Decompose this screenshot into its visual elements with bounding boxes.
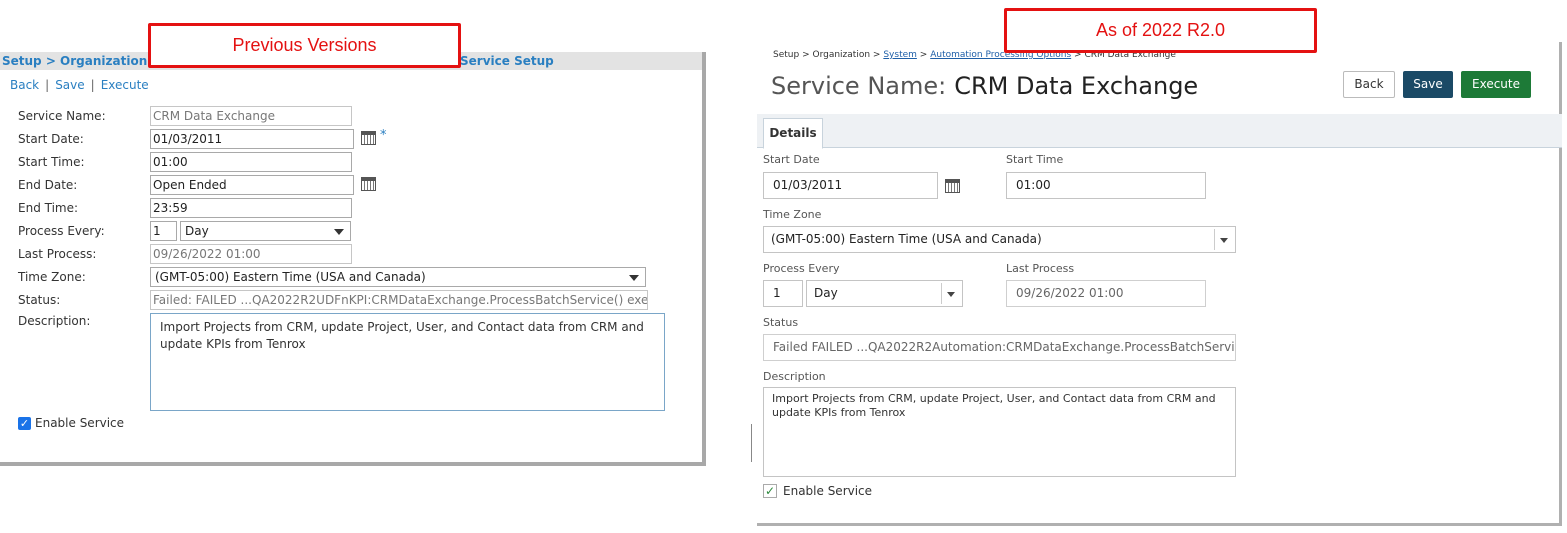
process-every-number[interactable]: 1	[763, 280, 803, 307]
old-start-time-label: Start Time:	[18, 155, 85, 169]
tab-bar: Details	[757, 114, 1562, 149]
start-time-input[interactable]: 01:00	[1006, 172, 1206, 199]
old-status-field: Failed: FAILED ...QA2022R2UDFnKPI:CRMDat…	[150, 290, 648, 310]
breadcrumb-setup[interactable]: Setup	[773, 50, 799, 60]
breadcrumb-system[interactable]: System	[883, 50, 917, 60]
old-time-zone-value: (GMT-05:00) Eastern Time (USA and Canada…	[155, 270, 426, 284]
old-start-date-input[interactable]: 01/03/2011	[150, 129, 354, 149]
process-every-label: Process Every	[763, 262, 840, 275]
old-process-every-unit-select[interactable]: Day	[180, 221, 351, 241]
old-breadcrumb-current: Service Setup	[460, 54, 554, 68]
old-action-links: Back | Save | Execute	[10, 78, 149, 92]
last-process-label: Last Process	[1006, 262, 1075, 275]
new-version-panel: Setup > Organization > System > Automati…	[757, 42, 1562, 526]
calendar-icon[interactable]	[945, 179, 960, 193]
old-process-every-unit-value: Day	[185, 224, 209, 238]
tab-details[interactable]: Details	[763, 118, 823, 149]
old-description-textarea[interactable]: Import Projects from CRM, update Project…	[150, 313, 665, 411]
old-end-date-label: End Date:	[18, 178, 78, 192]
old-enable-service-label: Enable Service	[35, 416, 125, 430]
time-zone-select[interactable]: (GMT-05:00) Eastern Time (USA and Canada…	[763, 226, 1236, 253]
title-value: CRM Data Exchange	[954, 72, 1199, 100]
old-process-every-number[interactable]: 1	[150, 221, 177, 241]
divider	[751, 424, 752, 462]
old-start-time-input[interactable]: 01:00	[150, 152, 352, 172]
old-end-time-input[interactable]: 23:59	[150, 198, 352, 218]
checkbox-checked-icon[interactable]: ✓	[763, 484, 777, 498]
execute-button[interactable]: Execute	[1461, 71, 1531, 98]
start-date-label: Start Date	[763, 153, 820, 166]
breadcrumb-separator: >	[802, 50, 810, 60]
separator: |	[45, 78, 50, 92]
breadcrumb-separator: >	[872, 50, 881, 60]
old-process-every-label: Process Every:	[18, 224, 105, 238]
enable-service-label: Enable Service	[783, 484, 873, 498]
new-version-callout: As of 2022 R2.0	[1004, 8, 1317, 53]
breadcrumb-organization[interactable]: Organization	[813, 50, 871, 60]
breadcrumb-separator: >	[919, 50, 928, 60]
time-zone-label: Time Zone	[763, 208, 822, 221]
process-every-unit-value: Day	[814, 286, 838, 300]
old-execute-link[interactable]: Execute	[101, 78, 149, 92]
back-button[interactable]: Back	[1343, 71, 1395, 98]
calendar-icon[interactable]	[361, 177, 376, 191]
divider	[941, 283, 942, 304]
description-textarea[interactable]: Import Projects from CRM, update Project…	[763, 387, 1236, 477]
start-date-input[interactable]: 01/03/2011	[763, 172, 938, 199]
old-last-process-field: 09/26/2022 01:00	[150, 244, 352, 264]
previous-version-panel: Setup > Organization > Sys Service Setup…	[0, 52, 706, 466]
separator: |	[90, 78, 95, 92]
old-end-time-label: End Time:	[18, 201, 79, 215]
process-every-unit-select[interactable]: Day	[806, 280, 963, 307]
status-field: Failed FAILED ...QA2022R2Automation:CRMD…	[763, 334, 1236, 361]
last-process-field: 09/26/2022 01:00	[1006, 280, 1206, 307]
old-description-label: Description:	[18, 314, 91, 328]
old-start-date-label: Start Date:	[18, 132, 84, 146]
calendar-icon[interactable]	[361, 131, 376, 145]
divider	[1214, 229, 1215, 250]
old-service-name-label: Service Name:	[18, 109, 106, 123]
page-title: Service Name: CRM Data Exchange	[771, 72, 1198, 100]
checkbox-checked-icon[interactable]: ✓	[18, 416, 31, 430]
chevron-down-icon	[947, 292, 955, 297]
old-end-date-input[interactable]: Open Ended	[150, 175, 354, 195]
chevron-down-icon	[334, 229, 344, 235]
chevron-down-icon	[629, 275, 639, 281]
old-back-link[interactable]: Back	[10, 78, 39, 92]
time-zone-value: (GMT-05:00) Eastern Time (USA and Canada…	[771, 232, 1042, 246]
required-marker: *	[380, 128, 387, 143]
old-time-zone-select[interactable]: (GMT-05:00) Eastern Time (USA and Canada…	[150, 267, 646, 287]
old-last-process-label: Last Process:	[18, 247, 97, 261]
old-enable-service[interactable]: ✓ Enable Service	[18, 416, 124, 430]
old-status-label: Status:	[18, 293, 61, 307]
enable-service[interactable]: ✓ Enable Service	[763, 484, 872, 498]
previous-versions-callout: Previous Versions	[148, 23, 461, 68]
old-time-zone-label: Time Zone:	[18, 270, 86, 284]
title-label: Service Name:	[771, 72, 947, 100]
chevron-down-icon	[1220, 238, 1228, 243]
status-label: Status	[763, 316, 799, 329]
old-service-name-field: CRM Data Exchange	[150, 106, 352, 126]
save-button[interactable]: Save	[1403, 71, 1453, 98]
start-time-label: Start Time	[1006, 153, 1064, 166]
old-save-link[interactable]: Save	[55, 78, 84, 92]
description-label: Description	[763, 370, 826, 383]
